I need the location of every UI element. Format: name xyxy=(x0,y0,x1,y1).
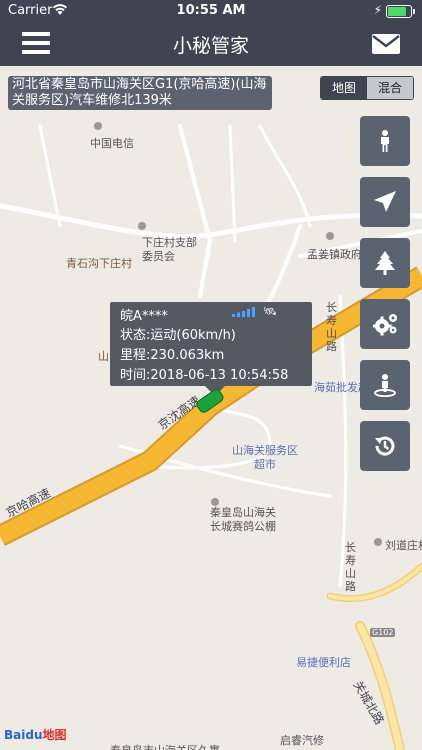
signal-strength-icon xyxy=(232,307,255,317)
map-view[interactable]: 中国电信 下庄村支部 委员会 青石沟下庄村 孟姜镇政府 长 寿 山 路 海茹批发… xyxy=(0,66,422,750)
map-label: 易捷便利店 xyxy=(296,656,351,669)
vehicle-info-popup[interactable]: 皖A**** 🛰 状态:运动(60km/h) 里程:230.063km 时间:2… xyxy=(110,302,312,396)
map-label: 山海关服务区 超市 xyxy=(232,444,298,471)
history-playback-icon xyxy=(375,436,395,456)
settings-gears-icon xyxy=(373,314,397,336)
address-label: 河北省秦皇岛市山海关区G1(京哈高速)(山海关服务区)汽车维修北139米 xyxy=(8,76,272,110)
page-title: 小秘管家 xyxy=(172,35,249,57)
tree-button[interactable] xyxy=(360,238,410,288)
person-icon xyxy=(381,130,389,152)
vehicle-time: 时间:2018-06-13 10:54:58 xyxy=(120,368,289,383)
map-label: 长 寿 山 路 xyxy=(345,541,356,593)
street-view-icon xyxy=(374,374,396,397)
logo-suffix: 地图 xyxy=(42,728,67,742)
navigation-arrow-icon xyxy=(374,191,396,212)
satellite-icon: 🛰 xyxy=(263,305,277,318)
map-label: 青石沟下庄村 xyxy=(66,257,132,270)
map-label: 下庄村支部 委员会 xyxy=(142,236,197,263)
mail-icon[interactable] xyxy=(372,34,400,54)
map-type-option-standard[interactable]: 地图 xyxy=(321,77,367,99)
map-label: 秦皇岛市山海关区久寓 xyxy=(110,742,220,750)
logo-brand2: du xyxy=(25,728,43,742)
navigate-button[interactable] xyxy=(360,177,410,227)
map-label: 山 xyxy=(98,350,109,363)
vehicle-plate: 皖A**** xyxy=(120,309,168,324)
settings-button[interactable] xyxy=(360,299,410,349)
road-shield: G102 xyxy=(370,628,396,637)
map-label: 中国电信 xyxy=(90,137,134,150)
history-button[interactable] xyxy=(360,421,410,471)
vehicle-status: 状态:运动(60km/h) xyxy=(120,328,236,343)
person-button[interactable] xyxy=(360,116,410,166)
map-label: 秦皇岛山海关 长城赛鸽公棚 xyxy=(210,506,276,533)
map-type-option-hybrid[interactable]: 混合 xyxy=(367,77,413,99)
vehicle-mileage: 里程:230.063km xyxy=(120,348,225,363)
baidu-map-logo: Baidu地图 xyxy=(4,726,67,743)
map-label: 长 寿 山 路 xyxy=(326,301,337,353)
street-view-button[interactable] xyxy=(360,360,410,410)
battery-icon xyxy=(386,5,415,18)
clock: 10:55 AM xyxy=(176,3,246,18)
map-type-toggle: 地图 混合 xyxy=(320,76,414,100)
map-label: 孟姜镇政府 xyxy=(307,248,362,261)
tree-icon xyxy=(375,251,395,275)
status-bar: Carrier 10:55 AM ⚡ xyxy=(0,0,422,22)
logo-brand: Bai xyxy=(4,728,26,742)
map-label: 启睿汽修 xyxy=(280,734,324,747)
app-header: 小秘管家 xyxy=(0,22,422,66)
charging-icon: ⚡ xyxy=(373,3,382,17)
map-label: 刘道庄村 xyxy=(385,539,422,552)
